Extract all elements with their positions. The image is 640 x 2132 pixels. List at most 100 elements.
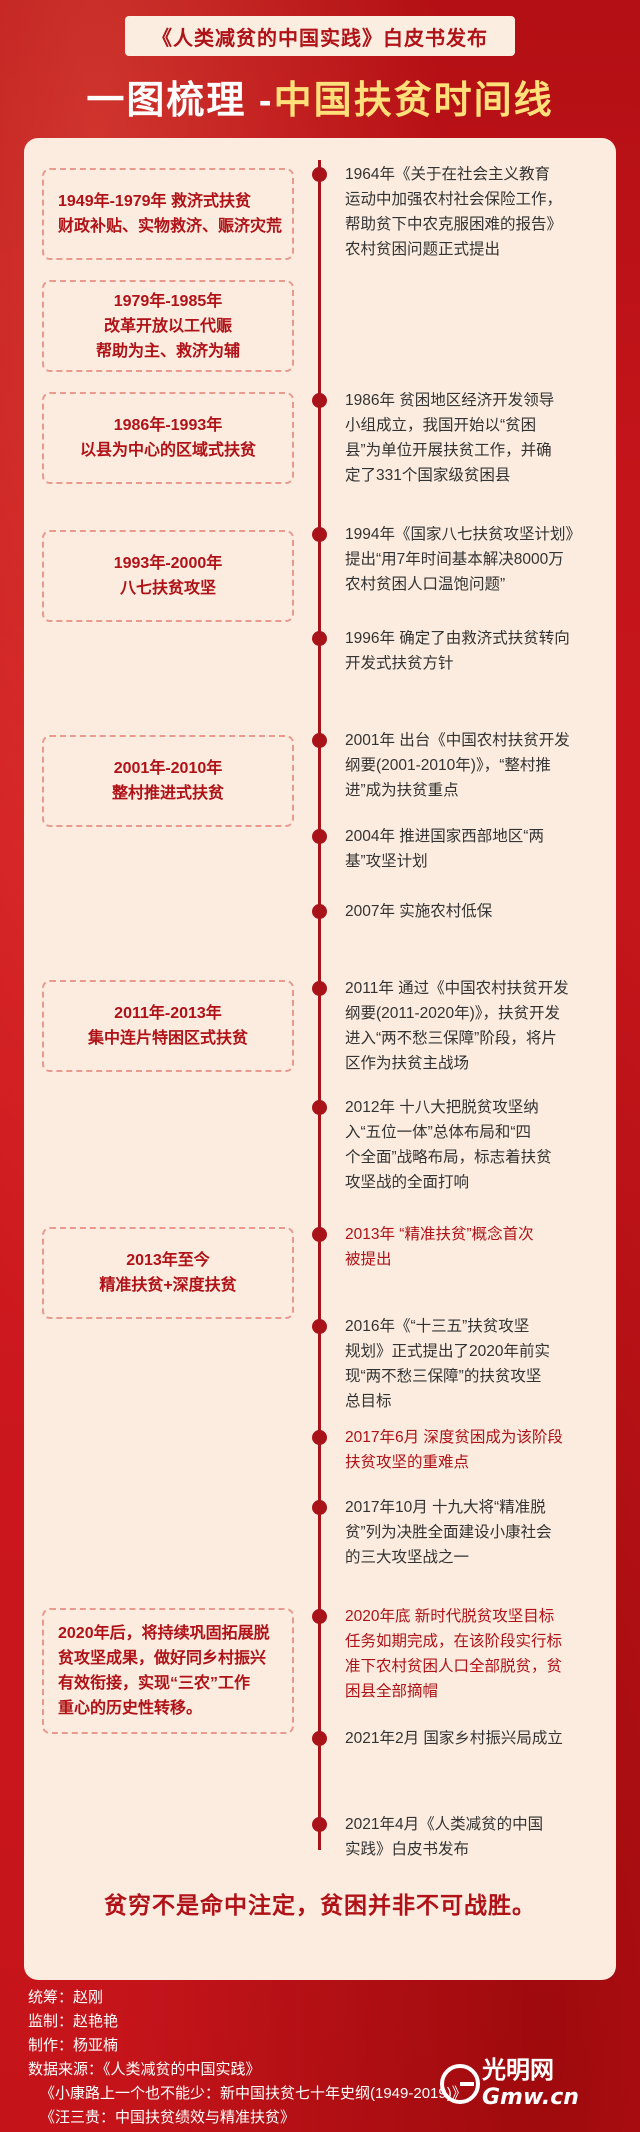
timeline-event: 2021年4月《人类减贫的中国 实践》白皮书发布 bbox=[345, 1812, 615, 1862]
event-line: 2021年4月《人类减贫的中国 bbox=[345, 1816, 544, 1833]
gmw-logo-mark: 光明网 Gmw.cn bbox=[440, 2056, 579, 2110]
timeline-dot bbox=[312, 631, 327, 646]
era-box: 1993年-2000年 八七扶贫攻坚 bbox=[42, 530, 294, 622]
timeline-event: 2004年 推进国家西部地区“两 基”攻坚计划 bbox=[345, 824, 615, 874]
timeline-dot bbox=[312, 1731, 327, 1746]
timeline-dot bbox=[312, 1817, 327, 1832]
timeline-dot bbox=[312, 167, 327, 182]
event-line: 任务如期完成，在该阶段实行标 bbox=[345, 1633, 563, 1650]
page-title-highlight: 中国扶贫时间线 bbox=[273, 79, 554, 122]
era-line: 财政补贴、实物救济、赈济灾荒 bbox=[58, 218, 283, 235]
event-line: 入“五位一体”总体布局和“四 bbox=[345, 1124, 531, 1141]
event-line: 困县全部摘帽 bbox=[345, 1683, 439, 1700]
credit-source-2: 《小康路上一个也不能少：新中国扶贫七十年史纲(1949-2019)》 bbox=[40, 2085, 467, 2102]
svg-text:光明网: 光明网 bbox=[481, 2056, 554, 2084]
event-line: 帮助贫下中农克服困难的报告》 bbox=[345, 216, 563, 233]
era-line: 2020年后，将持续巩固拓展脱 bbox=[58, 1625, 270, 1642]
event-line: 贫”列为决胜全面建设小康社会 bbox=[345, 1524, 552, 1541]
era-line: 2001年-2010年 bbox=[113, 760, 223, 777]
era-line: 1993年-2000年 bbox=[113, 555, 223, 572]
svg-text:Gmw.cn: Gmw.cn bbox=[482, 2085, 579, 2110]
era-line: 精准扶贫+深度扶贫 bbox=[99, 1277, 237, 1294]
event-line: 被提出 bbox=[345, 1251, 392, 1268]
credit-source: 数据来源：《人类减贫的中国实践》 bbox=[28, 2061, 261, 2078]
event-line: 运动中加强农村社会保险工作， bbox=[345, 191, 563, 208]
event-line: 纲要(2001-2010年)》，“整村推 bbox=[345, 757, 551, 774]
event-line: 1986年 贫困地区经济开发领导 bbox=[345, 392, 555, 409]
timeline-dot bbox=[312, 1609, 327, 1624]
event-line: 2012年 十八大把脱贫攻坚纳 bbox=[345, 1099, 539, 1116]
event-line: 进入“两不愁三保障”阶段，将片 bbox=[345, 1030, 557, 1047]
timeline-event: 1986年 贫困地区经济开发领导 小组成立，我国开始以“贫困 县”为单位开展扶贫工作… bbox=[345, 388, 615, 488]
event-line: 基”攻坚计划 bbox=[345, 853, 428, 870]
event-line: 规划》正式提出了2020年前实 bbox=[345, 1343, 550, 1360]
page-title: 一图梳理 - 中国扶贫时间线 bbox=[0, 64, 640, 128]
era-box: 2013年至今精准扶贫+深度扶贫 bbox=[42, 1227, 294, 1319]
event-line: 区作为扶贫主战场 bbox=[345, 1055, 470, 1072]
event-line: 提出“用7年时间基本解决8000万 bbox=[345, 551, 564, 568]
credits: 统筹：赵刚 监制：赵艳艳 制作：杨亚楠 数据来源：《人类减贫的中国实践》 《小康… bbox=[28, 1986, 468, 2130]
event-line: 定了331个国家级贫困县 bbox=[345, 467, 511, 484]
event-line: 2016年《“十三五”扶贫攻坚 bbox=[345, 1318, 530, 1335]
header-banner: 《人类减贫的中国实践》白皮书发布 bbox=[125, 16, 515, 56]
event-line: 1964年《关于在社会主义教育 bbox=[345, 166, 550, 183]
event-line: 开发式扶贫方针 bbox=[345, 655, 454, 672]
event-line: 扶贫攻坚的重难点 bbox=[345, 1454, 470, 1471]
era-line: 2013年至今 bbox=[126, 1252, 210, 1269]
event-line: 2013年 “精准扶贫”概念首次 bbox=[345, 1226, 534, 1243]
era-line: 1986年-1993年 bbox=[113, 417, 223, 434]
event-line: 总目标 bbox=[345, 1393, 392, 1410]
timeline-dot bbox=[312, 527, 327, 542]
event-line: 2007年 实施农村低保 bbox=[345, 903, 493, 920]
timeline-dot bbox=[312, 1430, 327, 1445]
credit-planner: 统筹：赵刚 bbox=[28, 1989, 104, 2006]
event-line: 的三大攻坚战之一 bbox=[345, 1549, 470, 1566]
event-line: 攻坚战的全面打响 bbox=[345, 1174, 470, 1191]
era-box: 2011年-2013年 集中连片特困区式扶贫 bbox=[42, 980, 294, 1072]
event-line: 2017年6月 深度贫困成为该阶段 bbox=[345, 1429, 563, 1446]
era-line: 集中连片特困区式扶贫 bbox=[87, 1030, 248, 1047]
timeline-event: 1996年 确定了由救济式扶贫转向 开发式扶贫方针 bbox=[345, 626, 615, 676]
era-line: 有效衔接，实现“三农”工作 bbox=[58, 1675, 251, 1692]
era-line: 改革开放以工代赈 bbox=[103, 317, 232, 335]
era-line: 贫攻坚成果，做好同乡村振兴 bbox=[58, 1650, 267, 1667]
timeline-dot bbox=[312, 904, 327, 919]
timeline-dot bbox=[312, 1500, 327, 1515]
timeline-event: 2001年 出台《中国农村扶贫开发 纲要(2001-2010年)》，“整村推 进”成… bbox=[345, 728, 615, 803]
timeline-dot bbox=[312, 829, 327, 844]
gmw-logo: 光明网 Gmw.cn bbox=[438, 2050, 622, 2110]
timeline-event: 2016年《“十三五”扶贫攻坚规划》正式提出了2020年前实 现“两不愁三保障”的… bbox=[345, 1314, 615, 1414]
timeline-event: 1964年《关于在社会主义教育 运动中加强农村社会保险工作， 帮助贫下中农克服困难的… bbox=[345, 162, 615, 262]
event-line: 农村贫困人口温饱问题” bbox=[345, 576, 506, 593]
event-line: 2011年 通过《中国农村扶贫开发 bbox=[345, 980, 569, 997]
timeline-event: 2020年底 新时代脱贫攻坚目标 任务如期完成，在该阶段实行标 准下农村贫困人口全部… bbox=[345, 1604, 615, 1704]
timeline-dot bbox=[312, 1227, 327, 1242]
timeline-dot bbox=[312, 733, 327, 748]
era-line: 1979年-1985年 bbox=[113, 292, 223, 310]
event-line: 实践》白皮书发布 bbox=[345, 1841, 470, 1858]
era-box: 2001年-2010年 整村推进式扶贫 bbox=[42, 735, 294, 827]
event-line: 1994年《国家八七扶贫攻坚计划》 bbox=[345, 526, 581, 543]
event-line: 进”成为扶贫重点 bbox=[345, 782, 459, 799]
era-box: 1986年-1993年以县为中心的区域式扶贫 bbox=[42, 392, 294, 484]
era-box: 1949年-1979年 救济式扶贫财政补贴、实物救济、赈济灾荒 bbox=[42, 168, 294, 260]
timeline-event: 2007年 实施农村低保 bbox=[345, 899, 615, 924]
timeline-dot bbox=[312, 1319, 327, 1334]
event-line: 现“两不愁三保障”的扶贫攻坚 bbox=[345, 1368, 542, 1385]
era-box: 2020年后，将持续巩固拓展脱 贫攻坚成果，做好同乡村振兴 有效衔接，实现“三农”工… bbox=[42, 1608, 294, 1734]
era-line: 重心的历史性转移。 bbox=[58, 1700, 203, 1717]
era-line: 1949年-1979年 救济式扶贫 bbox=[58, 193, 251, 210]
era-line: 以县为中心的区域式扶贫 bbox=[79, 442, 256, 459]
era-box: 1979年-1985年 改革开放以工代赈 帮助为主、救济为辅 bbox=[42, 280, 294, 372]
era-line: 帮助为主、救济为辅 bbox=[95, 342, 240, 360]
credit-source-3: 《汪三贵：中国扶贫绩效与精准扶贫》 bbox=[40, 2109, 296, 2126]
timeline-axis bbox=[318, 160, 321, 1850]
event-line: 2020年底 新时代脱贫攻坚目标 bbox=[345, 1608, 555, 1625]
timeline-event: 2012年 十八大把脱贫攻坚纳 入“五位一体”总体布局和“四 个全面”战略布局，标志… bbox=[345, 1095, 615, 1195]
timeline-event: 1994年《国家八七扶贫攻坚计划》 提出“用7年时间基本解决8000万 农村贫困人口… bbox=[345, 522, 615, 597]
event-line: 小组成立，我国开始以“贫困 bbox=[345, 417, 537, 434]
credit-supervisor: 监制：赵艳艳 bbox=[28, 2013, 119, 2030]
timeline-dot bbox=[312, 393, 327, 408]
timeline-event: 2017年10月 十九大将“精准脱 贫”列为决胜全面建设小康社会 的三大攻坚战之一 bbox=[345, 1495, 615, 1570]
timeline-event: 2021年2月 国家乡村振兴局成立 bbox=[345, 1726, 615, 1751]
